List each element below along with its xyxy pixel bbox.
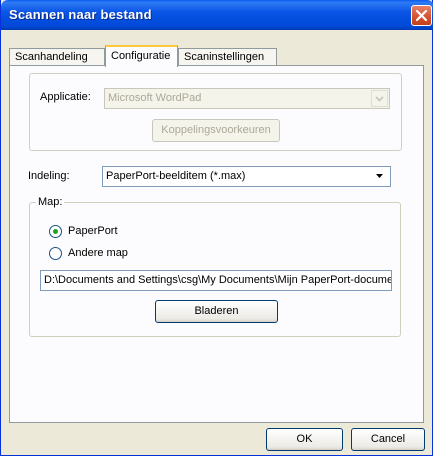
tab-configuratie[interactable]: Configuratie bbox=[105, 45, 178, 67]
andere-map-radio[interactable] bbox=[49, 247, 62, 260]
chevron-down-icon bbox=[371, 90, 388, 107]
tab-label: Scaninstellingen bbox=[184, 51, 265, 63]
indeling-label: Indeling: bbox=[28, 170, 70, 182]
applicatie-select[interactable]: Microsoft WordPad bbox=[104, 88, 390, 109]
tab-label: Configuratie bbox=[111, 50, 171, 62]
koppelingsvoorkeuren-button[interactable]: Koppelingsvoorkeuren bbox=[152, 119, 280, 142]
tab-label: Scanhandeling bbox=[15, 51, 88, 63]
dialog-window: Scannen naar bestand Scanhandeling Confi… bbox=[0, 0, 433, 456]
map-group: Map: PaperPort Andere map D:\Documents a… bbox=[29, 196, 401, 337]
window-title: Scannen naar bestand bbox=[9, 7, 152, 22]
close-button[interactable] bbox=[411, 5, 432, 26]
bladeren-button[interactable]: Bladeren bbox=[155, 300, 278, 323]
title-bar[interactable]: Scannen naar bestand bbox=[1, 0, 433, 30]
map-legend: Map: bbox=[36, 196, 65, 208]
applicatie-group: Applicatie: Microsoft WordPad Koppelings… bbox=[29, 73, 402, 151]
close-icon bbox=[415, 9, 428, 22]
radio-selected-dot bbox=[53, 229, 58, 234]
configuratie-panel: Applicatie: Microsoft WordPad Koppelings… bbox=[9, 65, 424, 423]
paperport-radio-label[interactable]: PaperPort bbox=[68, 225, 118, 237]
indeling-value: PaperPort-beelditem (*.max) bbox=[106, 170, 246, 182]
cancel-button[interactable]: Cancel bbox=[351, 428, 425, 451]
folder-path-input[interactable]: D:\Documents and Settings\csg\My Documen… bbox=[40, 270, 392, 291]
chevron-down-icon bbox=[372, 168, 389, 185]
applicatie-value: Microsoft WordPad bbox=[108, 92, 202, 104]
applicatie-label: Applicatie: bbox=[40, 91, 91, 103]
andere-map-radio-label[interactable]: Andere map bbox=[68, 247, 128, 259]
indeling-select[interactable]: PaperPort-beelditem (*.max) bbox=[102, 166, 391, 187]
paperport-radio[interactable] bbox=[49, 225, 62, 238]
ok-button[interactable]: OK bbox=[266, 428, 343, 451]
